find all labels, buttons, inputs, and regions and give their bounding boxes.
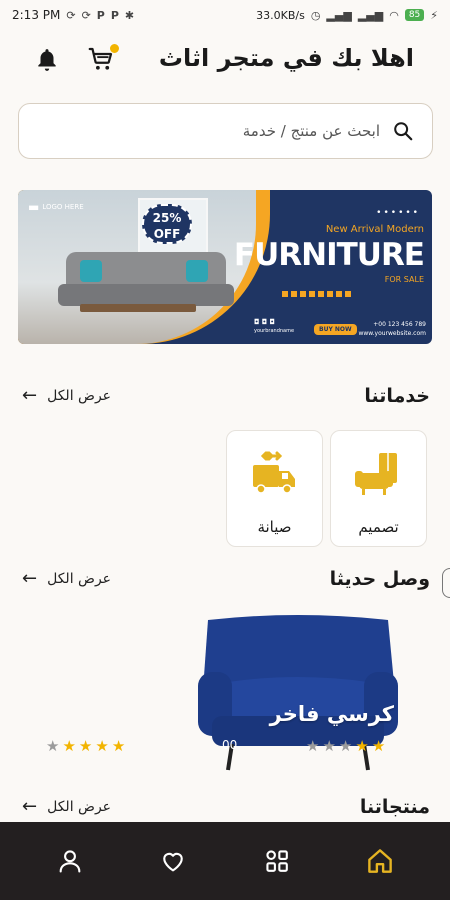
- banner-table: [80, 304, 196, 312]
- battery-icon: 85: [404, 9, 425, 21]
- banner-site: www.yourwebsite.com: [358, 330, 426, 337]
- discount-suffix: OFF: [153, 227, 181, 241]
- banner-pattern: [282, 291, 352, 297]
- sync-icon: ⟳: [81, 8, 91, 22]
- arrow-left-icon: ←: [22, 568, 38, 589]
- cart-badge: [109, 43, 120, 54]
- product-name[interactable]: كرسي فاخر: [270, 702, 394, 726]
- banner-buy-button[interactable]: BUY NOW: [314, 324, 357, 335]
- star-icon: ★: [78, 737, 93, 755]
- star-icon: ★: [322, 737, 336, 755]
- signal-icon: ▂▄▆: [357, 8, 384, 22]
- arrow-left-icon: ←: [22, 796, 38, 817]
- p-icon: P: [96, 8, 105, 22]
- star-icon: ★: [306, 737, 320, 755]
- discount-value: 25%: [152, 211, 182, 225]
- discount-badge: 25% OFF: [142, 204, 192, 244]
- status-time: 2:13 PM: [12, 8, 61, 22]
- heart-icon: [163, 852, 184, 872]
- product-rating: ★ ★ ★ ★ ★: [306, 737, 385, 755]
- grid-icon: [266, 850, 288, 872]
- banner-tagline: New Arrival Modern: [325, 224, 424, 235]
- star-icon: ★: [355, 737, 369, 755]
- banner-dots: ••••••: [376, 208, 420, 218]
- nav-favorites[interactable]: [153, 841, 193, 881]
- user-icon: [59, 850, 81, 873]
- star-icon: ★: [46, 737, 60, 755]
- nav-categories[interactable]: [257, 841, 297, 881]
- search-input[interactable]: [60, 114, 380, 148]
- banner-social: ◘ ◘ ◘ yourbrandname: [254, 318, 294, 334]
- star-icon: ★: [62, 737, 76, 755]
- banner-pillow: [80, 260, 102, 282]
- service-label: صيانة: [257, 518, 292, 536]
- status-right: 33.0KB/s ◷ ▂▄▆ ▂▄▆ ◠ 85 ⚡: [256, 9, 438, 22]
- banner-logo-text: LOGO HERE: [42, 203, 84, 211]
- banner-text: New Arrival Modern FURNITURE FOR SALE: [233, 224, 425, 284]
- arrow-left-icon: ←: [22, 385, 38, 406]
- truck-wrench-icon: [253, 451, 295, 494]
- sync-icon: ⟳: [66, 8, 76, 22]
- star-icon: ★: [111, 737, 126, 755]
- page-title: اهلا بك في متجر اثاث: [158, 44, 414, 72]
- view-all-label: عرض الكل: [47, 388, 112, 404]
- banner-sofa-seat: [58, 284, 234, 306]
- search-icon[interactable]: [392, 120, 414, 142]
- network-speed: 33.0KB/s: [256, 8, 305, 22]
- search-bar[interactable]: [18, 103, 433, 159]
- puzzle-icon: ✱: [124, 8, 135, 22]
- new-arrivals-header: وصل حديثا ← عرض الكل: [0, 566, 450, 596]
- new-arrivals-view-all[interactable]: ← عرض الكل: [22, 570, 111, 588]
- signal-icon: ▂▄▆: [326, 8, 352, 22]
- banner-headline: FURNITURE: [233, 237, 425, 273]
- bottom-nav: [0, 822, 450, 900]
- services-view-all[interactable]: ← عرض الكل: [22, 387, 111, 405]
- header: اهلا بك في متجر اثاث: [0, 40, 450, 82]
- promo-banner[interactable]: ▬ LOGO HERE 25% OFF •••••• New Arrival M…: [18, 190, 432, 344]
- social-handle: yourbrandname: [254, 328, 295, 334]
- banner-sub: FOR SALE: [384, 275, 424, 284]
- star-icon: ★: [338, 737, 353, 755]
- products-header: منتجاتنا ← عرض الكل: [0, 794, 450, 824]
- armchair-design-icon: [355, 453, 397, 495]
- bell-icon[interactable]: [34, 46, 60, 74]
- scroll-handle[interactable]: [442, 568, 450, 598]
- banner-contact: +00 123 456 789 www.yourwebsite.com: [358, 320, 426, 338]
- new-arrivals-title: وصل حديثا: [329, 568, 430, 590]
- service-card-maintenance[interactable]: صيانة: [226, 430, 323, 547]
- service-card-design[interactable]: تصميم: [330, 430, 427, 547]
- nav-home[interactable]: [360, 841, 400, 881]
- view-all-label: عرض الكل: [47, 799, 112, 815]
- view-all-label: عرض الكل: [47, 571, 112, 587]
- services-title: خدماتنا: [364, 385, 430, 407]
- star-icon: ★: [371, 737, 386, 755]
- nav-profile[interactable]: [50, 841, 90, 881]
- wifi-icon: ◠: [389, 8, 399, 22]
- products-title: منتجاتنا: [359, 796, 430, 818]
- status-bar: 2:13 PM ⟳ ⟳ P P ✱ 33.0KB/s ◷ ▂▄▆ ▂▄▆ ◠ 8…: [0, 0, 450, 30]
- product-price: 00: [222, 738, 238, 752]
- bolt-icon: ⚡: [430, 8, 438, 22]
- status-left: 2:13 PM ⟳ ⟳ P P ✱: [12, 8, 134, 22]
- banner-phone: +00 123 456 789: [373, 321, 426, 328]
- banner-pillow: [186, 260, 208, 282]
- sofa-logo-icon: ▬: [28, 200, 40, 214]
- product-rating-2: ★ ★ ★ ★ ★: [46, 737, 125, 755]
- p-icon: P: [110, 8, 119, 22]
- social-icons: ◘ ◘ ◘: [254, 318, 276, 326]
- star-icon: ★: [95, 737, 109, 755]
- alarm-icon: ◷: [310, 8, 321, 22]
- banner-logo: ▬ LOGO HERE: [28, 200, 84, 214]
- products-view-all[interactable]: ← عرض الكل: [22, 798, 111, 816]
- home-icon: [368, 849, 393, 873]
- services-header: خدماتنا ← عرض الكل: [0, 383, 450, 413]
- service-label: تصميم: [358, 518, 399, 536]
